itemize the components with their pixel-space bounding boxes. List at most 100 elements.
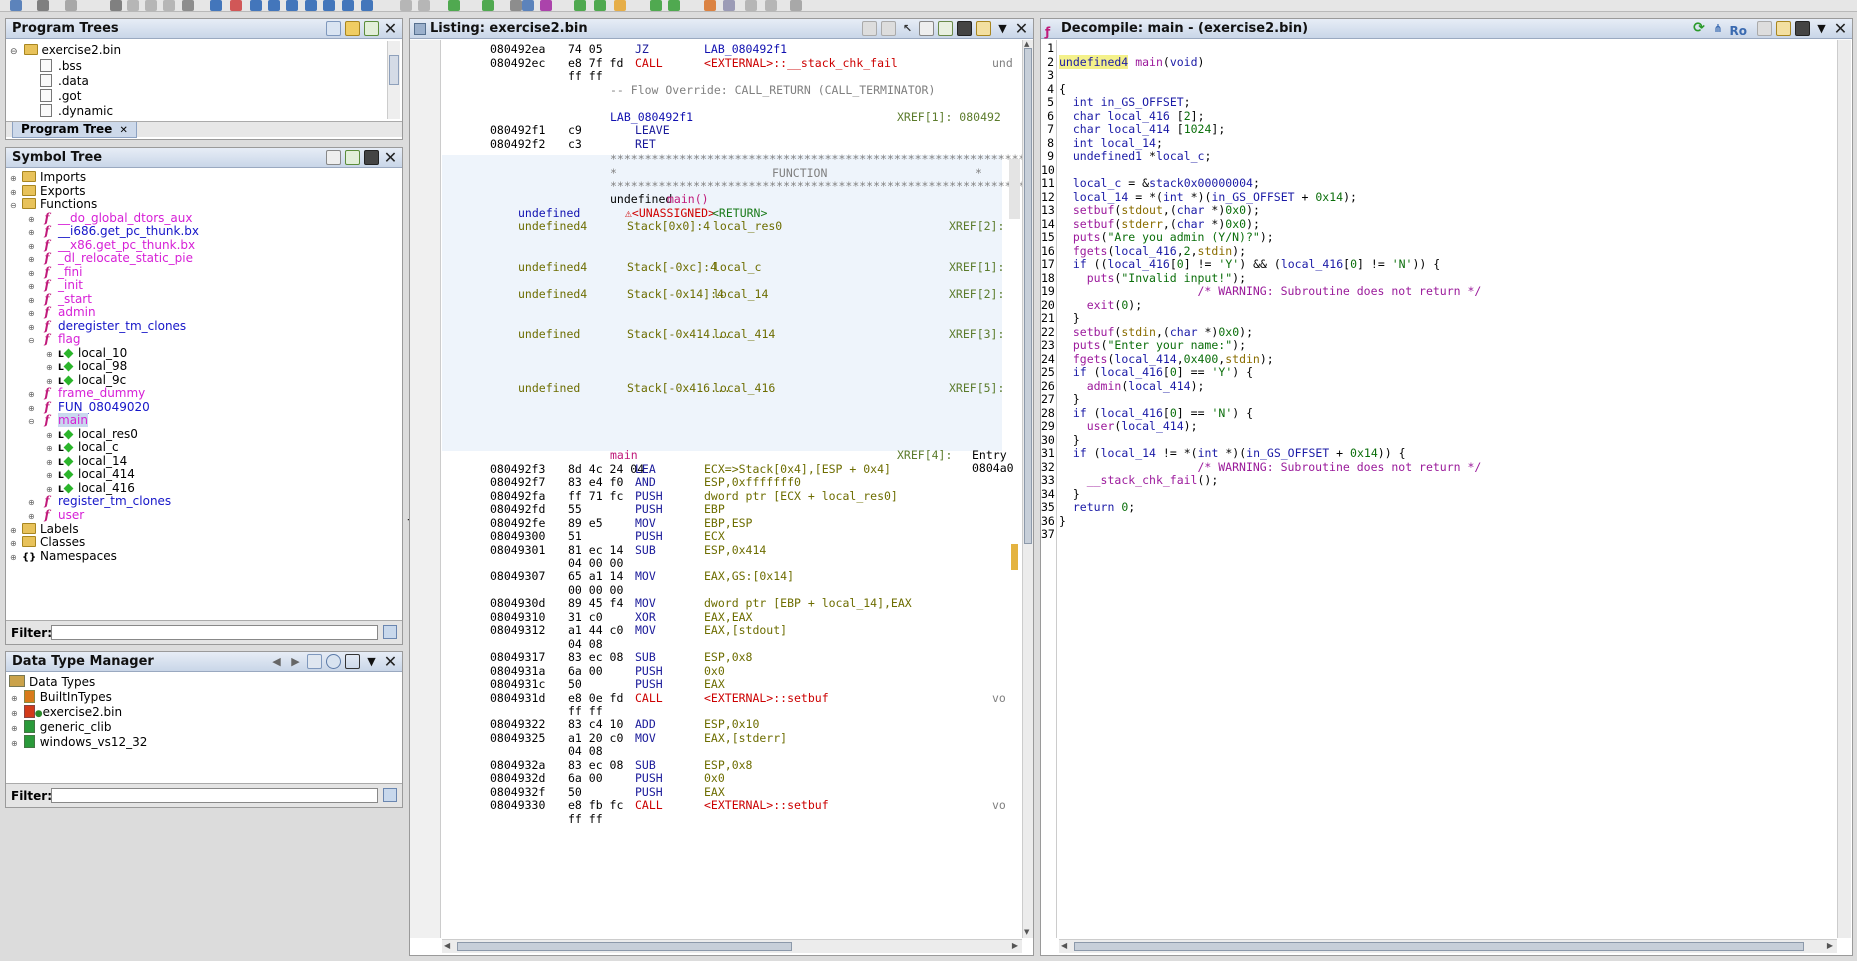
- menu-icon[interactable]: ▼: [364, 654, 379, 669]
- close-icon[interactable]: ✕: [383, 150, 398, 166]
- snapshot-icon[interactable]: [957, 21, 972, 36]
- toolbar-tool-icon[interactable]: [286, 0, 298, 11]
- toolbar-tool-icon[interactable]: [182, 0, 194, 11]
- toolbar-tool-icon[interactable]: [574, 0, 586, 11]
- close-icon[interactable]: ✕: [383, 21, 398, 37]
- toolbar-tool-icon[interactable]: [418, 0, 430, 11]
- symbol-tree-namespaces[interactable]: ⊕{} Namespaces: [10, 548, 117, 564]
- toolbar-tool-icon[interactable]: [342, 0, 354, 11]
- toolbar-tool-icon[interactable]: [210, 0, 222, 11]
- program-tree-root[interactable]: ⊖ exercise2.bin: [10, 42, 121, 58]
- dtm-item-generic-clib[interactable]: ⊕ generic_clib: [11, 719, 111, 735]
- back-icon[interactable]: ◀: [269, 654, 284, 669]
- close-icon[interactable]: ✕: [1833, 21, 1848, 37]
- toolbar-tool-icon[interactable]: [163, 0, 175, 11]
- toolbar-tool-icon[interactable]: [448, 0, 460, 11]
- refresh-icon[interactable]: [326, 654, 341, 669]
- program-tree-scrollbar[interactable]: [387, 41, 400, 119]
- dtm-item-windows[interactable]: ⊕ windows_vs12_32: [11, 734, 147, 750]
- create-namespace-icon[interactable]: [326, 150, 341, 165]
- forward-icon[interactable]: ▶: [288, 654, 303, 669]
- dtm-item-builtin[interactable]: ⊕ BuiltInTypes: [11, 689, 112, 705]
- toolbar-tool-icon[interactable]: [510, 0, 522, 11]
- toolbar-tool-icon[interactable]: [110, 0, 122, 11]
- close-icon[interactable]: ✕: [1014, 21, 1029, 37]
- mnemonic: CALL: [635, 55, 663, 70]
- folder-icon[interactable]: [345, 21, 360, 36]
- tree-item-got[interactable]: .got: [40, 88, 81, 104]
- tab-close-icon[interactable]: ✕: [120, 125, 128, 136]
- listing-vscroll[interactable]: ▲ ▼: [1022, 40, 1033, 938]
- layout-icon[interactable]: [976, 21, 991, 36]
- new-tree-icon[interactable]: [364, 21, 379, 36]
- navigate-icon[interactable]: [345, 150, 360, 165]
- filter-options-icon[interactable]: [383, 788, 397, 802]
- toolbar-tool-icon[interactable]: [305, 0, 317, 11]
- archive-icon[interactable]: [307, 654, 322, 669]
- toolbar-tool-icon[interactable]: [650, 0, 662, 11]
- listing-hscroll[interactable]: ◀ ▶: [442, 939, 1022, 953]
- tab-program-tree[interactable]: Program Tree ✕: [12, 122, 137, 138]
- stack-var-type: undefined: [518, 326, 581, 341]
- toolbar-tool-icon[interactable]: [790, 0, 802, 11]
- export-icon[interactable]: [1776, 21, 1791, 36]
- snapshot-icon[interactable]: [364, 150, 379, 165]
- toolbar-tool-icon[interactable]: [361, 0, 373, 11]
- toolbar-tool-icon[interactable]: [765, 0, 777, 11]
- menu-icon[interactable]: ▼: [995, 21, 1010, 36]
- toolbar-tool-icon[interactable]: [65, 0, 77, 11]
- toolbar-tool-icon[interactable]: [704, 0, 716, 11]
- toolbar-tool-icon[interactable]: [145, 0, 157, 11]
- line-number: 6: [1047, 108, 1054, 123]
- filter-options-icon[interactable]: [383, 625, 397, 639]
- tree-item-bss[interactable]: .bss: [40, 58, 82, 74]
- menu-icon[interactable]: ▼: [1814, 21, 1829, 36]
- toolbar-tool-icon[interactable]: [540, 0, 552, 11]
- toolbar-tool-icon[interactable]: [230, 0, 242, 11]
- code-text: }: [1072, 432, 1080, 447]
- copy-icon[interactable]: [1757, 21, 1772, 36]
- mnemonic: PUSH: [635, 771, 663, 786]
- decompile-vscroll[interactable]: [1837, 40, 1851, 938]
- toolbar-tool-icon[interactable]: [127, 0, 139, 11]
- toolbar-tool-icon[interactable]: [250, 0, 262, 11]
- dtm-item-program[interactable]: ⊕ ●exercise2.bin: [11, 704, 122, 720]
- toolbar-tool-icon[interactable]: [745, 0, 757, 11]
- toolbar-tool-icon[interactable]: [268, 0, 280, 11]
- toolbar-tool-icon[interactable]: [668, 0, 680, 11]
- refresh-icon[interactable]: ⟳: [1692, 21, 1707, 36]
- paste-icon[interactable]: [881, 21, 896, 36]
- flow-override-comment: -- Flow Override: CALL_RETURN (CALL_TERM…: [610, 82, 936, 97]
- code-text: /* WARNING: Subroutine does not return *…: [1197, 459, 1482, 474]
- cursor-icon[interactable]: ↖: [900, 21, 915, 36]
- open-tree-icon[interactable]: [326, 21, 341, 36]
- tree-item-data[interactable]: .data: [40, 73, 89, 89]
- toolbar-tool-icon[interactable]: [400, 0, 412, 11]
- toolbar-tool-icon[interactable]: [594, 0, 606, 11]
- window-icon[interactable]: [345, 654, 360, 669]
- field-editor-icon[interactable]: [919, 21, 934, 36]
- tree-item-dynamic[interactable]: .dynamic: [40, 103, 113, 119]
- mnemonic: CALL: [635, 798, 663, 813]
- toolbar-tool-icon[interactable]: [37, 0, 49, 11]
- read-only-label[interactable]: Ro: [1730, 21, 1747, 41]
- toolbar-tool-icon[interactable]: [482, 0, 494, 11]
- graph-icon[interactable]: ⋔: [1711, 21, 1726, 36]
- line-number: 26: [1041, 378, 1055, 393]
- toolbar-tool-icon[interactable]: [614, 0, 626, 11]
- toolbar-tool-icon[interactable]: [10, 0, 22, 11]
- line-number: 8: [1047, 135, 1054, 150]
- toolbar-tool-icon[interactable]: [723, 0, 735, 11]
- copy-icon[interactable]: [862, 21, 877, 36]
- toolbar-tool-icon[interactable]: [323, 0, 335, 11]
- stack-var-xref: XREF[5]:: [949, 380, 1005, 395]
- dtm-filter-input[interactable]: [51, 788, 378, 803]
- dtm-root[interactable]: Data Types: [9, 674, 95, 690]
- diff-icon[interactable]: [938, 21, 953, 36]
- toolbar-tool-icon[interactable]: [522, 0, 534, 11]
- overview-bar[interactable]: [1009, 159, 1020, 219]
- decompile-hscroll[interactable]: ◀ ▶: [1059, 939, 1837, 953]
- snapshot-icon[interactable]: [1795, 21, 1810, 36]
- close-icon[interactable]: ✕: [383, 654, 398, 670]
- symbol-filter-input[interactable]: [51, 625, 378, 640]
